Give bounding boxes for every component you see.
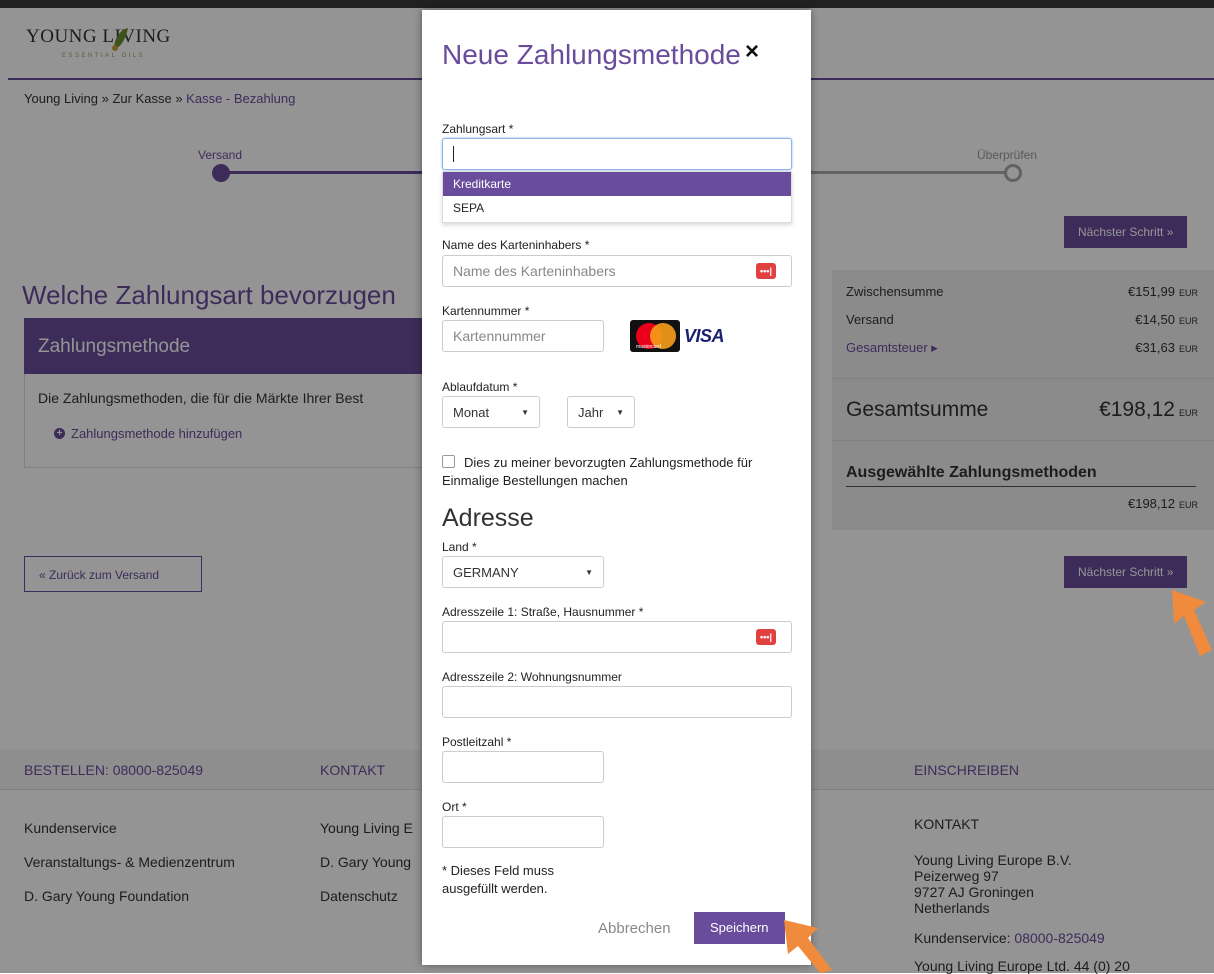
new-payment-method-dialog: Neue Zahlungsmethode × Zahlungsart * Kre… <box>422 10 811 965</box>
payment-type-dropdown: Kreditkarte SEPA <box>442 171 792 223</box>
payment-type-input[interactable] <box>442 138 792 170</box>
city-input[interactable] <box>442 816 604 848</box>
cancel-button[interactable]: Abbrechen <box>598 920 671 937</box>
close-icon[interactable]: × <box>745 40 759 64</box>
expiry-label: Ablaufdatum * <box>442 380 518 394</box>
card-number-input[interactable]: Kartennummer <box>442 320 604 352</box>
expiry-year-value: Jahr <box>578 404 604 420</box>
address1-label: Adresszeile 1: Straße, Hausnummer * <box>442 605 644 619</box>
mastercard-text: mastercard <box>636 344 662 350</box>
mastercard-icon: mastercard <box>630 320 680 352</box>
country-value: GERMANY <box>453 564 519 580</box>
chevron-down-icon: ▼ <box>585 567 593 577</box>
dialog-title: Neue Zahlungsmethode <box>442 39 741 70</box>
pointer-arrow-icon <box>1172 590 1212 656</box>
cardholder-placeholder: Name des Karteninhabers <box>453 263 616 279</box>
card-number-placeholder: Kartennummer <box>453 328 546 344</box>
expiry-month-value: Monat <box>453 404 490 420</box>
save-button[interactable]: Speichern <box>694 912 785 944</box>
city-label: Ort * <box>442 800 467 814</box>
chevron-down-icon: ▼ <box>521 407 529 417</box>
expiry-year-select[interactable]: Jahr ▼ <box>567 396 635 428</box>
password-manager-icon[interactable]: •••| <box>756 263 776 279</box>
address1-input[interactable] <box>442 621 792 653</box>
cardholder-input[interactable]: Name des Karteninhabers <box>442 255 792 287</box>
address2-input[interactable] <box>442 686 792 718</box>
text-caret <box>453 146 454 162</box>
chevron-down-icon: ▼ <box>616 407 624 417</box>
required-field-note: * Dieses Feld muss ausgefüllt werden. <box>442 863 554 896</box>
postal-code-input[interactable] <box>442 751 604 783</box>
expiry-month-select[interactable]: Monat ▼ <box>442 396 540 428</box>
pointer-arrow-icon <box>784 920 832 973</box>
address2-label: Adresszeile 2: Wohnungsnummer <box>442 670 622 684</box>
country-label: Land * <box>442 540 477 554</box>
password-manager-icon[interactable]: •••| <box>756 629 776 645</box>
postal-code-label: Postleitzahl * <box>442 735 512 749</box>
visa-icon: VISA <box>684 326 725 346</box>
option-sepa[interactable]: SEPA <box>443 196 791 220</box>
address-heading: Adresse <box>442 504 534 532</box>
card-number-label: Kartennummer * <box>442 304 530 318</box>
country-select[interactable]: GERMANY ▼ <box>442 556 604 588</box>
cardholder-label: Name des Karteninhabers * <box>442 238 590 252</box>
payment-type-label: Zahlungsart * <box>442 122 514 136</box>
option-kreditkarte[interactable]: Kreditkarte <box>443 172 791 196</box>
default-payment-checkbox-label[interactable]: Dies zu meiner bevorzugten Zahlungsmetho… <box>442 454 792 490</box>
